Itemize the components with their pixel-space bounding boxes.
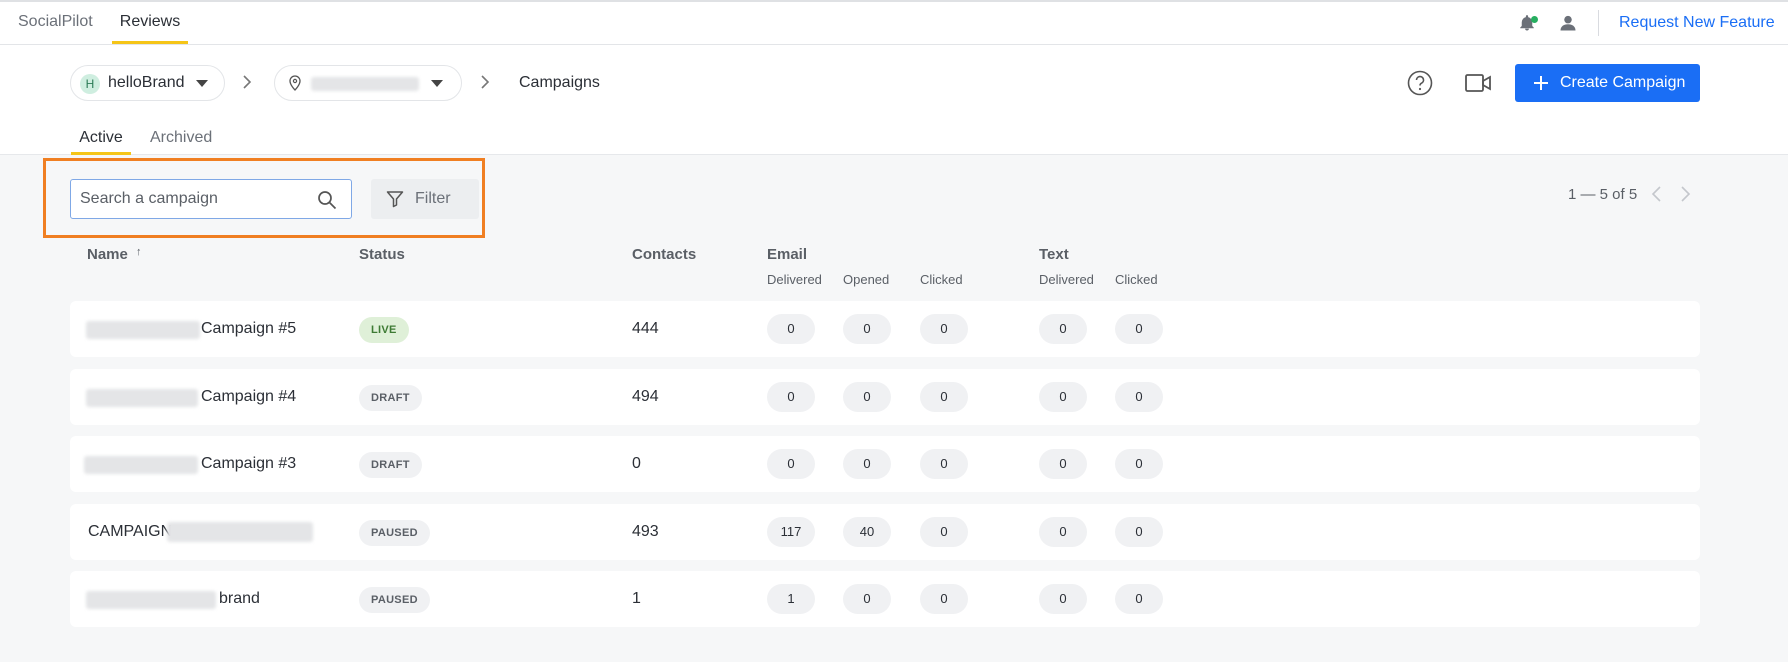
- email-delivered-count: 0: [767, 382, 815, 412]
- email-clicked-count: 0: [920, 584, 968, 614]
- contacts-count: 444: [632, 320, 659, 337]
- filter-button[interactable]: Filter: [371, 179, 479, 219]
- brand-selector[interactable]: H helloBrand: [70, 65, 225, 101]
- text-clicked-count: 0: [1115, 517, 1163, 547]
- column-header-text: Text: [1039, 246, 1069, 263]
- email-opened-count: 40: [843, 517, 891, 547]
- video-camera-icon[interactable]: [1464, 72, 1492, 94]
- status-badge: PAUSED: [359, 520, 430, 546]
- contacts-count: 493: [632, 523, 659, 540]
- email-opened-count: 0: [843, 382, 891, 412]
- subheader-email-opened: Opened: [843, 272, 890, 287]
- create-campaign-label: Create Campaign: [1560, 74, 1686, 91]
- email-opened-count: 0: [843, 314, 891, 344]
- contacts-count: 1: [632, 590, 641, 607]
- text-clicked-count: 0: [1115, 584, 1163, 614]
- request-feature-link[interactable]: Request New Feature: [1619, 2, 1775, 44]
- table-row[interactable]: CAMPAIGN PAUSED 493 117 40 0 0 0: [70, 504, 1700, 560]
- tab-active[interactable]: Active: [71, 125, 131, 155]
- name-redacted: [86, 389, 198, 407]
- location-pin-icon: [289, 75, 301, 91]
- chevron-left-icon[interactable]: [1650, 186, 1664, 202]
- name-redacted: [167, 522, 313, 542]
- help-icon[interactable]: [1406, 69, 1434, 97]
- email-delivered-count: 117: [767, 517, 815, 547]
- text-delivered-count: 0: [1039, 314, 1087, 344]
- campaign-name[interactable]: CAMPAIGN: [88, 504, 172, 560]
- subheader-email-clicked: Clicked: [920, 272, 963, 287]
- email-opened-count: 0: [843, 449, 891, 479]
- email-clicked-count: 0: [920, 517, 968, 547]
- status-badge: DRAFT: [359, 452, 422, 478]
- status-badge: PAUSED: [359, 587, 430, 613]
- search-input[interactable]: [80, 180, 300, 218]
- email-clicked-count: 0: [920, 382, 968, 412]
- column-header-status: Status: [359, 246, 405, 263]
- name-redacted: [86, 591, 216, 609]
- app-tab-socialpilot[interactable]: SocialPilot: [18, 2, 93, 44]
- column-header-name[interactable]: Name: [87, 246, 128, 263]
- text-clicked-count: 0: [1115, 449, 1163, 479]
- caret-down-icon: [431, 80, 443, 87]
- column-header-contacts: Contacts: [632, 246, 697, 263]
- email-clicked-count: 0: [920, 449, 968, 479]
- tab-archived[interactable]: Archived: [150, 125, 212, 155]
- subheader-text-delivered: Delivered: [1039, 272, 1094, 287]
- top-bar: SocialPilot Reviews Request New Feature: [0, 0, 1788, 45]
- text-delivered-count: 0: [1039, 584, 1087, 614]
- table-row[interactable]: Campaign #5 LIVE 444 0 0 0 0 0: [70, 301, 1700, 357]
- divider: [1598, 10, 1599, 36]
- table-row[interactable]: Campaign #3 DRAFT 0 0 0 0 0 0: [70, 436, 1700, 492]
- status-badge: LIVE: [359, 317, 409, 343]
- campaign-name[interactable]: Campaign #4: [201, 369, 296, 425]
- status-badge: DRAFT: [359, 385, 422, 411]
- email-delivered-count: 0: [767, 314, 815, 344]
- subheader-text-clicked: Clicked: [1115, 272, 1158, 287]
- breadcrumb-current: Campaigns: [519, 74, 600, 91]
- location-selector[interactable]: [274, 65, 462, 101]
- chevron-right-icon: [481, 75, 490, 89]
- email-delivered-count: 0: [767, 449, 815, 479]
- location-name-redacted: [311, 77, 419, 91]
- name-redacted: [86, 321, 200, 339]
- search-box[interactable]: [70, 179, 352, 219]
- notification-dot: [1531, 16, 1538, 23]
- text-delivered-count: 0: [1039, 449, 1087, 479]
- create-campaign-button[interactable]: Create Campaign: [1515, 64, 1700, 102]
- subheader-email-delivered: Delivered: [767, 272, 822, 287]
- chevron-right-icon[interactable]: [1678, 186, 1692, 202]
- text-delivered-count: 0: [1039, 517, 1087, 547]
- text-clicked-count: 0: [1115, 382, 1163, 412]
- campaign-name[interactable]: brand: [219, 571, 260, 627]
- caret-down-icon: [196, 80, 208, 87]
- chevron-right-icon: [243, 75, 252, 89]
- brand-name: helloBrand: [108, 74, 185, 91]
- name-redacted: [84, 456, 198, 474]
- filter-label: Filter: [415, 190, 451, 207]
- contacts-count: 494: [632, 388, 659, 405]
- text-delivered-count: 0: [1039, 382, 1087, 412]
- table-row[interactable]: Campaign #4 DRAFT 494 0 0 0 0 0: [70, 369, 1700, 425]
- contacts-count: 0: [632, 455, 641, 472]
- brand-avatar: H: [80, 74, 100, 94]
- sort-ascending-icon[interactable]: ↑: [136, 246, 142, 258]
- filter-icon: [386, 191, 404, 208]
- user-icon[interactable]: [1558, 13, 1578, 33]
- search-icon[interactable]: [317, 190, 337, 210]
- column-header-email: Email: [767, 246, 808, 263]
- campaign-name[interactable]: Campaign #5: [201, 301, 296, 357]
- email-delivered-count: 1: [767, 584, 815, 614]
- page-header: H helloBrand Campaigns Create Campaign A…: [0, 45, 1788, 155]
- pagination-count: 1 — 5 of 5: [1568, 186, 1638, 203]
- text-clicked-count: 0: [1115, 314, 1163, 344]
- table-row[interactable]: brand PAUSED 1 1 0 0 0 0: [70, 571, 1700, 627]
- campaign-name[interactable]: Campaign #3: [201, 436, 296, 492]
- app-tab-reviews[interactable]: Reviews: [112, 2, 188, 44]
- email-clicked-count: 0: [920, 314, 968, 344]
- plus-icon: [1534, 76, 1548, 90]
- email-opened-count: 0: [843, 584, 891, 614]
